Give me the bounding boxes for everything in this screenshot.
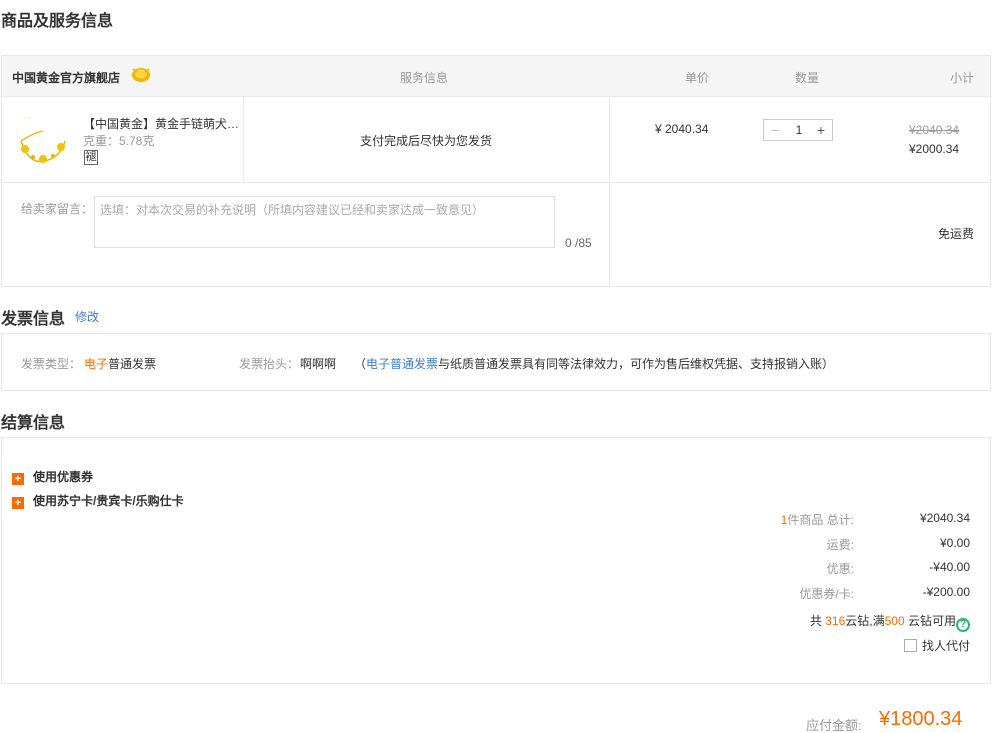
yz-count: 316 — [825, 614, 846, 628]
yz-min: 500 — [884, 614, 905, 628]
yz-mid: 云钻,满 — [845, 614, 885, 628]
unit-price: ¥ 2040.34 — [655, 122, 709, 136]
memo-char-count: 0 /85 — [565, 236, 592, 250]
discount-label: 优惠: — [826, 562, 854, 576]
proxy-pay[interactable]: 找人代付 — [903, 637, 970, 654]
goods-table-header: 中国黄金官方旗舰店 服务信息 单价 数量 小计 — [2, 56, 990, 97]
settlement-box: + 使用优惠券 + 使用苏宁卡/贵宾卡/乐购仕卡 1件商品 总计: ¥2040.34… — [1, 437, 991, 684]
help-icon[interactable]: ? — [956, 618, 970, 632]
original-subtotal: ¥2040.34 — [909, 123, 960, 137]
divider — [243, 97, 244, 183]
invoice-head-value: 啊啊啊 — [300, 357, 337, 371]
yz-suffix: 云钻可用 — [907, 614, 956, 628]
yz-prefix: 共 — [809, 614, 822, 628]
qty-plus-button[interactable]: + — [810, 120, 832, 140]
freight-value: ¥0.00 — [939, 536, 970, 550]
settle-section-title: 结算信息 — [1, 415, 66, 432]
qty-value[interactable]: 1 — [786, 120, 812, 140]
invoice-note: （电子普通发票与纸质普通发票具有同等法律效力，可作为售后维权凭据、支持报销入账） — [354, 355, 834, 372]
svg-text:◦◦◦: ◦◦◦ — [23, 116, 32, 122]
payable-amount: ¥1800.34 — [879, 708, 963, 730]
edit-invoice-link[interactable]: 修改 — [75, 308, 99, 325]
freight-label: 运费: — [826, 538, 854, 552]
shipping-info: 免运费 — [937, 227, 974, 241]
final-subtotal: ¥2000.34 — [909, 142, 960, 156]
column-service: 服务信息 — [400, 71, 449, 85]
invoice-type-rest: 普通发票 — [108, 357, 157, 371]
quantity-stepper: − 1 + — [763, 119, 833, 141]
coupon-label: 优惠券/卡: — [799, 587, 854, 601]
item-count-rest: 件商品 总计: — [787, 513, 854, 527]
store-name[interactable]: 中国黄金官方旗舰店 — [12, 69, 120, 86]
total-label: 1件商品 总计: — [781, 511, 854, 528]
product-image[interactable]: ◦◦◦ — [13, 111, 73, 169]
qty-minus-button[interactable]: − — [764, 120, 786, 140]
column-price: 单价 — [685, 71, 710, 85]
product-row: ◦◦◦ 【中国黄金】黄金手链萌犬… 克重：5.78克 褪 支付完成后尽快为您发货… — [2, 97, 990, 183]
yunzuan-info: 共 316云钻,满500 云钻可用? — [810, 612, 970, 632]
expand-plus-icon: + — [12, 473, 24, 485]
expand-plus-icon: + — [12, 497, 24, 509]
discount-value: -¥40.00 — [929, 560, 970, 574]
invoice-type-highlight: 电子 — [84, 357, 109, 371]
invoice-box: 发票类型： 电子普通发票 发票抬头： 啊啊啊 （电子普通发票与纸质普通发票具有同… — [1, 333, 991, 391]
product-weight: 克重：5.78克 — [83, 134, 155, 148]
product-title[interactable]: 【中国黄金】黄金手链萌犬… — [83, 115, 243, 132]
service-info: 支付完成后尽快为您发货 — [360, 134, 493, 148]
column-subtotal: 小计 — [949, 71, 974, 85]
invoice-type-value: 电子普通发票 — [84, 355, 156, 372]
seller-memo-input[interactable] — [94, 196, 555, 248]
use-coupon-toggle[interactable]: + 使用优惠券 — [12, 468, 93, 485]
use-card-toggle[interactable]: + 使用苏宁卡/贵宾卡/乐购仕卡 — [12, 492, 184, 509]
payable-label: 应付金额: — [806, 718, 862, 733]
product-tag: 褪 — [84, 150, 98, 165]
invoice-section-title: 发票信息 — [1, 311, 66, 328]
divider — [609, 97, 610, 287]
invoice-note-rest: 与纸质普通发票具有同等法律效力，可作为售后维权凭据、支持报销入账） — [438, 357, 835, 371]
store-badge-icon — [132, 68, 150, 82]
use-coupon-label: 使用优惠券 — [33, 470, 94, 484]
invoice-note-open: （ — [354, 357, 367, 371]
e-invoice-link[interactable]: 电子普通发票 — [366, 357, 438, 371]
proxy-pay-checkbox[interactable] — [903, 639, 917, 652]
coupon-value: -¥200.00 — [922, 585, 970, 599]
total-value: ¥2040.34 — [919, 511, 970, 525]
proxy-pay-label: 找人代付 — [921, 639, 970, 653]
goods-section-title: 商品及服务信息 — [1, 13, 114, 30]
use-card-label: 使用苏宁卡/贵宾卡/乐购仕卡 — [33, 494, 184, 508]
memo-label: 给卖家留言： — [21, 202, 94, 216]
goods-table: 中国黄金官方旗舰店 服务信息 单价 数量 小计 ◦◦◦ 【中国黄金】黄金手链萌犬… — [1, 55, 991, 287]
invoice-type-label: 发票类型： — [21, 357, 82, 371]
invoice-head-label: 发票抬头： — [239, 357, 300, 371]
column-qty: 数量 — [795, 71, 820, 85]
